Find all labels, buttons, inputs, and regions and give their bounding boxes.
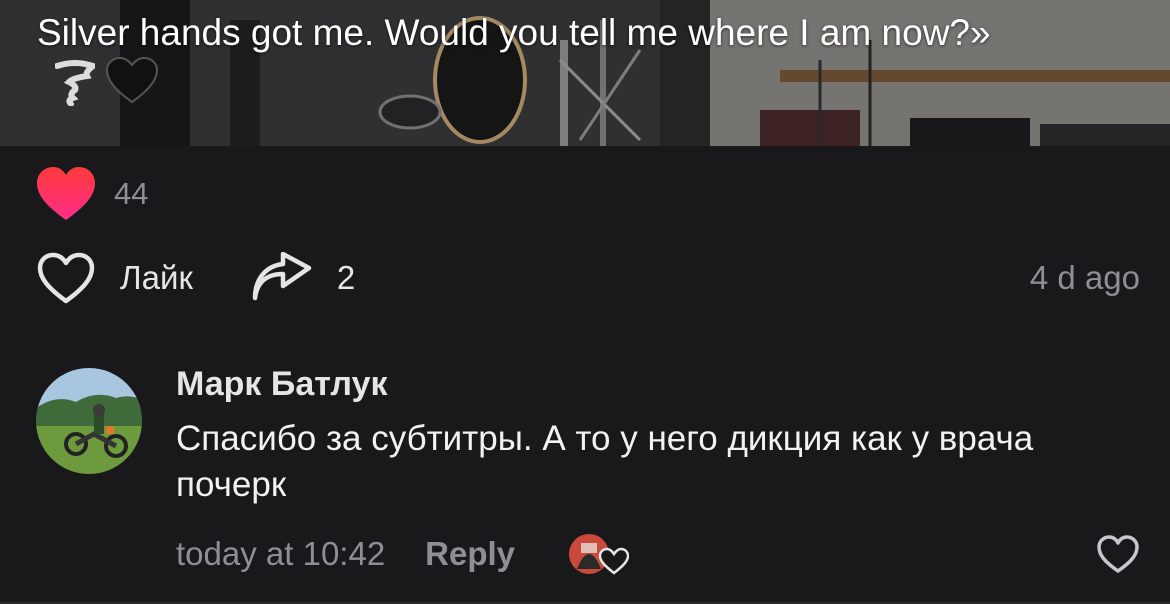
reactions-summary[interactable]: 44 — [36, 166, 148, 222]
reply-button[interactable]: Reply — [425, 535, 515, 573]
post-caption-text: Silver hands got me. Would you tell me w… — [37, 12, 991, 53]
post-caption: Silver hands got me. Would you tell me w… — [37, 10, 1037, 117]
liked-by-avatar-image — [569, 534, 630, 575]
liked-by-avatar[interactable] — [567, 529, 630, 579]
tornado-emoji-icon — [54, 60, 100, 107]
like-button[interactable]: Лайк — [36, 251, 193, 305]
black-heart-icon — [105, 56, 159, 104]
red-heart-icon — [37, 167, 95, 220]
comment-timestamp: today at 10:42 — [176, 535, 386, 572]
comment-body: Марк Батлук Спасибо за субтитры. А то у … — [176, 362, 1136, 508]
share-button[interactable]: 2 — [251, 252, 355, 304]
comment-text: Спасибо за субтитры. А то у него дикция … — [176, 419, 1034, 504]
comment-like-heart-icon[interactable] — [1096, 534, 1140, 574]
share-arrow-icon — [252, 252, 312, 301]
motorcycle-rider-avatar-image — [36, 368, 142, 474]
reactions-count: 44 — [114, 176, 149, 211]
post-actions-bar: Лайк 2 4 d ago — [36, 250, 1140, 306]
post-media-banner[interactable]: Silver hands got me. Would you tell me w… — [0, 0, 1170, 146]
comment-author[interactable]: Марк Батлук — [176, 362, 1136, 406]
avatar[interactable] — [36, 368, 142, 474]
comment-meta: today at 10:42 Reply — [176, 530, 1140, 578]
share-count: 2 — [336, 259, 356, 296]
emoji-group — [54, 56, 159, 117]
post-time-ago: 4 d ago — [1029, 259, 1140, 296]
like-label: Лайк — [120, 259, 193, 296]
heart-outline-icon — [37, 252, 95, 304]
